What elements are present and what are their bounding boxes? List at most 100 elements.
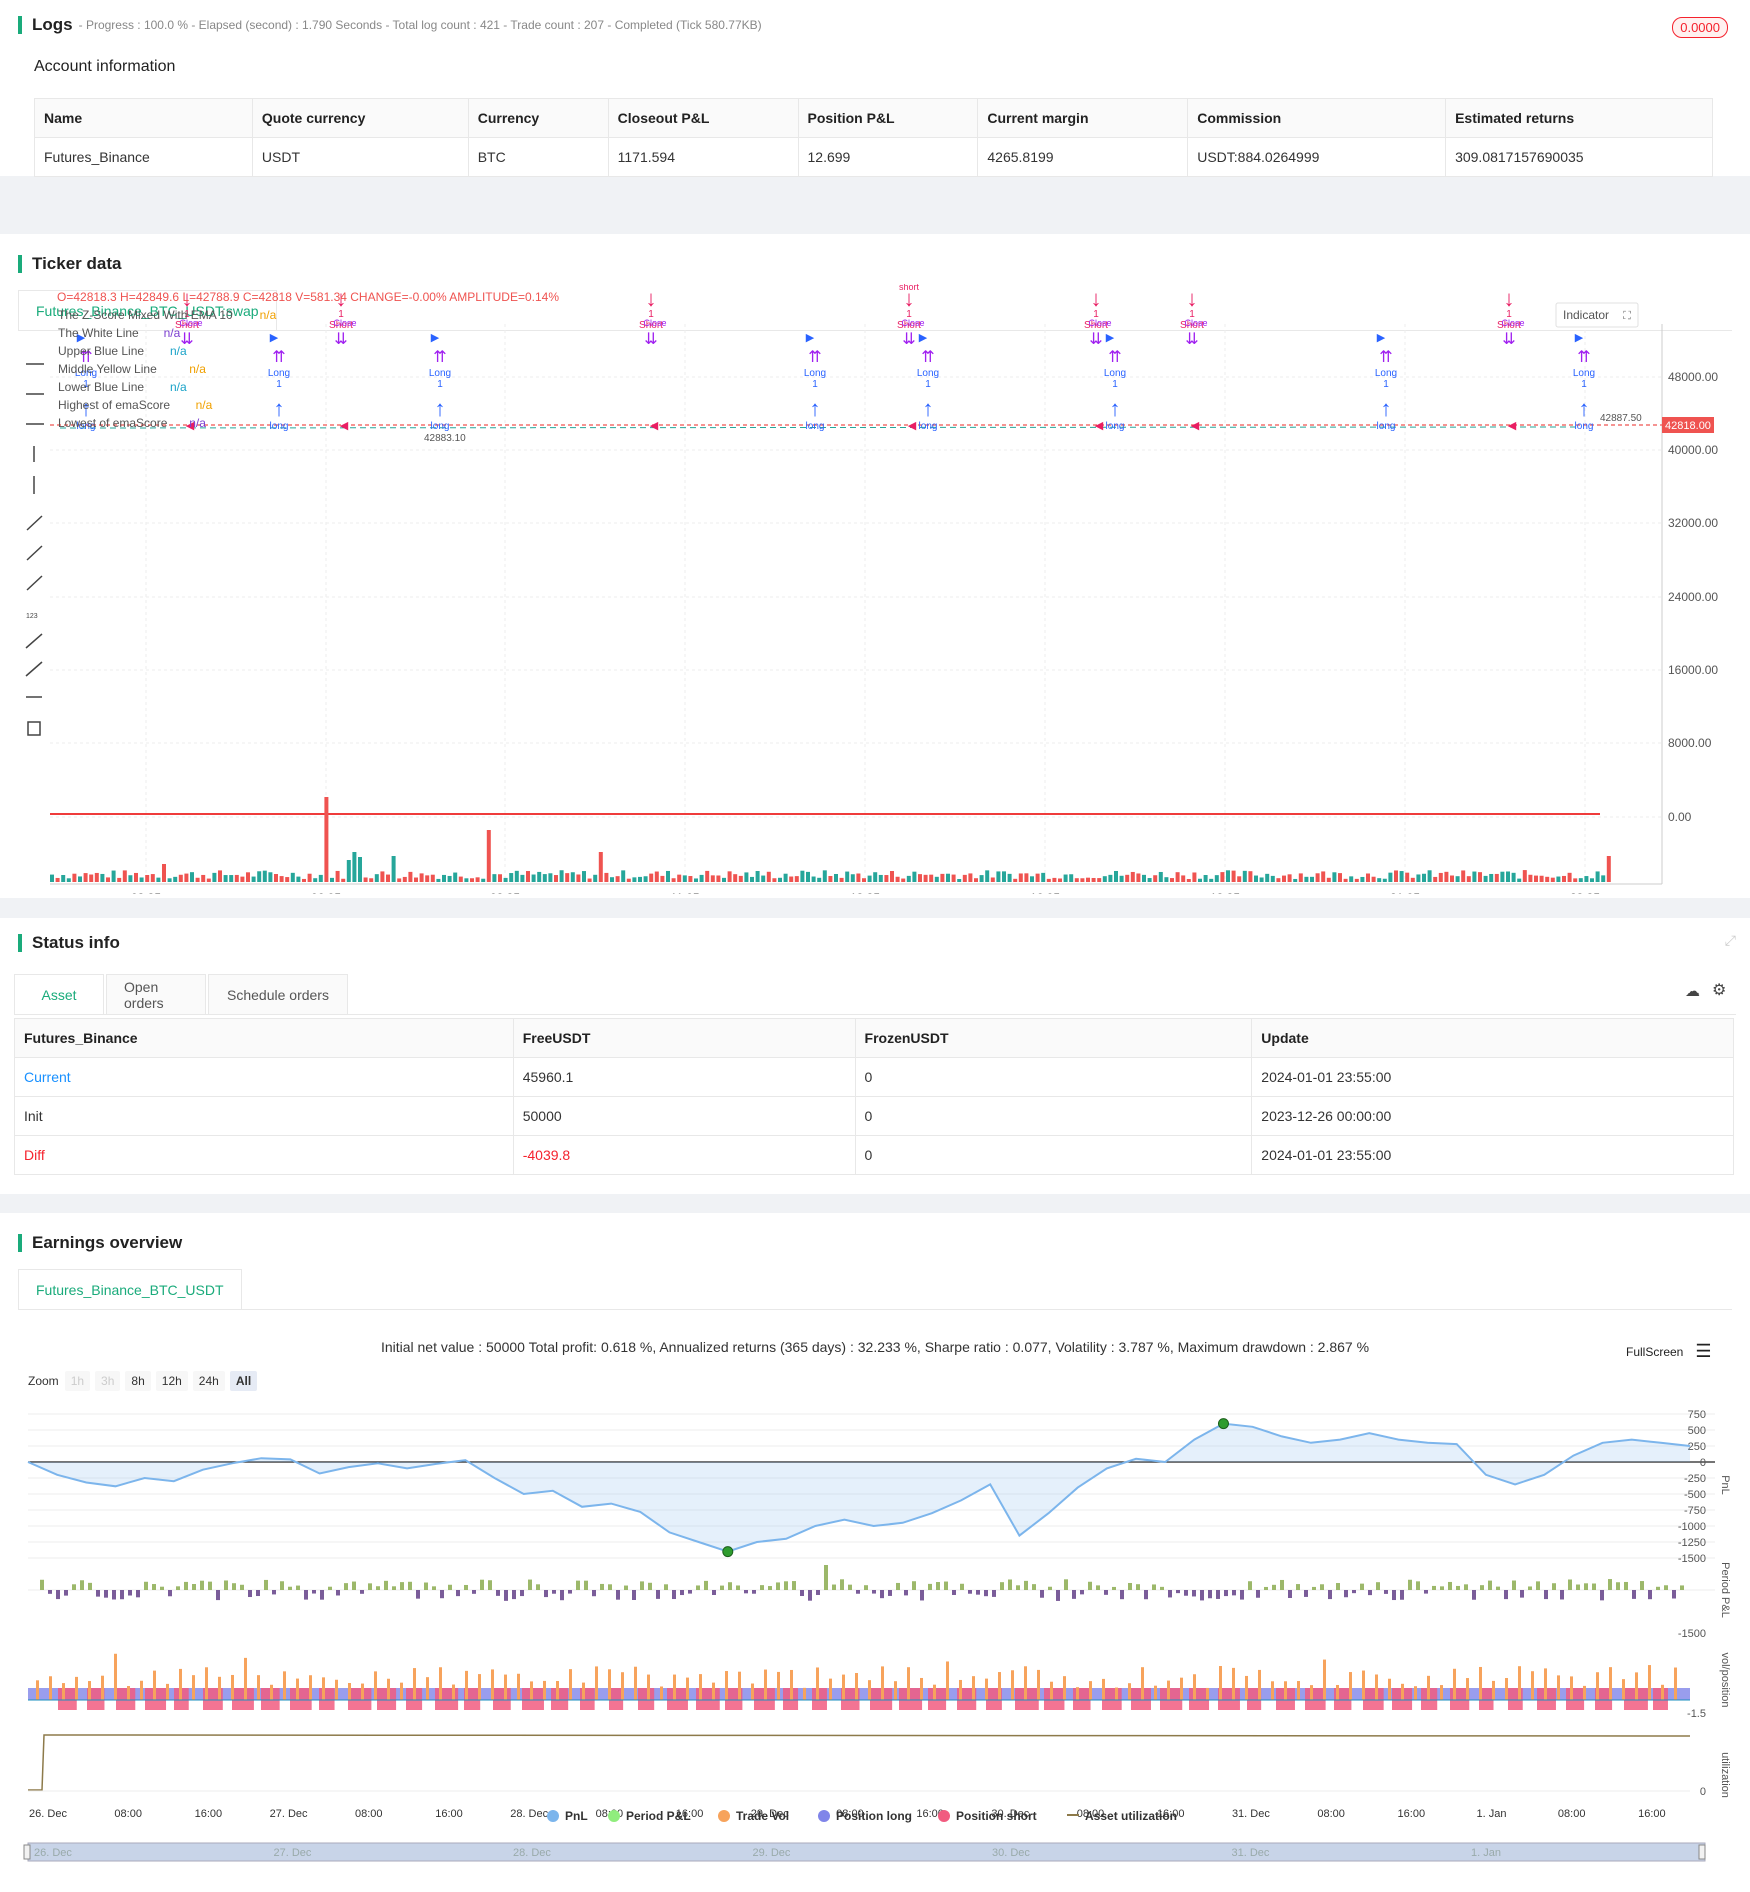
indicator-button-label[interactable]: Indicator [1563, 308, 1609, 322]
volume-bar [134, 872, 138, 882]
trade-vol-bar [1349, 1672, 1352, 1700]
period-pnl-bar [1624, 1581, 1628, 1590]
trade-vol-bar [907, 1667, 910, 1700]
period-pnl-bar [1400, 1590, 1404, 1600]
volume-bar [1080, 878, 1085, 882]
expand-icon[interactable]: ⤢ [1725, 932, 1736, 949]
trade-vol-bar [257, 1675, 260, 1700]
volume-bar [576, 874, 581, 882]
legend-item[interactable]: Trade Vol [718, 1809, 789, 1823]
volume-bar [638, 876, 642, 882]
volume-bar [470, 878, 474, 882]
price-tick-label: 32000.00 [1668, 516, 1718, 530]
period-pnl-bar [768, 1586, 772, 1590]
account-cell: 12.699 [797, 137, 979, 177]
trade-vol-bar [621, 1672, 624, 1700]
trade-vol-bar [36, 1680, 39, 1700]
volume-bar [184, 873, 189, 882]
pnl-tick-label: -500 [1684, 1489, 1706, 1501]
volume-bar [850, 874, 855, 882]
period-pnl-bar [1192, 1590, 1196, 1597]
period-pnl-bar [776, 1582, 780, 1590]
volume-bar [1427, 870, 1432, 882]
volume-bar [1450, 875, 1454, 882]
legend-item[interactable]: Position long [818, 1809, 912, 1823]
long-entry-label: Long [1573, 368, 1595, 379]
short-marker[interactable]: ↓1ShortClose⇊◀ [329, 286, 356, 432]
period-pnl-bar [1360, 1583, 1364, 1590]
position-short-bar [377, 1688, 397, 1710]
period-pnl-bar [912, 1581, 916, 1590]
time-tick-label: 06:05 [311, 891, 341, 894]
long-marker[interactable]: ↑long Long1 ⇈ ▶ [1573, 332, 1595, 432]
volume-bar [335, 870, 340, 882]
volume-bar [1567, 872, 1572, 882]
volume-bar [643, 876, 648, 882]
trade-vol-bar [231, 1674, 234, 1700]
legend-label: Asset utilization [1085, 1809, 1177, 1823]
period-pnl-bar [400, 1582, 404, 1590]
volume-bar [1489, 873, 1494, 882]
short-entry-triangle-icon: ◀ [340, 420, 349, 432]
period-pnl-bar [104, 1590, 108, 1598]
close-arrow-icon: ⇊ [334, 331, 347, 348]
period-pnl-bar [336, 1590, 340, 1596]
long-marker[interactable]: ↑long Long1 ⇈ ▶ [268, 332, 290, 432]
indicator-button[interactable] [1554, 586, 1620, 610]
tab-open-orders[interactable]: Open orders [106, 974, 206, 1014]
long-label: long [1106, 421, 1125, 432]
position-short-bar [58, 1688, 77, 1710]
long-marker[interactable]: ↑long Long1 ⇈ ▶ [1375, 332, 1397, 432]
trade-vol-bar [75, 1676, 78, 1700]
long-marker[interactable]: ↑long Long1 ⇈ ▶ [1104, 332, 1126, 432]
position-short-bar [116, 1688, 136, 1710]
ticker-title-text: Ticker data [32, 254, 122, 273]
gear-icon[interactable]: ⚙ [1712, 980, 1726, 1000]
navigator-label: 27. Dec [274, 1847, 312, 1859]
fullscreen-button[interactable]: FullScreen ☰ [1626, 1341, 1712, 1362]
volume-bar [733, 874, 738, 882]
short-entry-triangle-icon: ◀ [650, 420, 659, 432]
price-tick-label: 8000.00 [1668, 736, 1712, 750]
long-marker[interactable]: ↑long Long1 ⇈ ▶ [917, 332, 939, 432]
period-pnl-bar [624, 1585, 628, 1590]
long-marker[interactable]: ↑long Long1 ⇈ ▶ [804, 332, 826, 432]
volume-bar [1416, 874, 1421, 882]
volume-bar [498, 874, 502, 882]
trade-vol-bar [1128, 1683, 1131, 1700]
period-pnl-bar [192, 1584, 196, 1590]
legend-item[interactable]: Position short [938, 1809, 1037, 1823]
menu-icon[interactable]: ☰ [1695, 1341, 1711, 1362]
trade-vol-bar [413, 1668, 416, 1700]
navigator-right-handle[interactable] [1698, 1844, 1706, 1860]
volume-bar [940, 873, 945, 882]
period-pnl-bar [984, 1590, 988, 1597]
tab-asset[interactable]: Asset [14, 974, 104, 1014]
cloud-upload-icon[interactable]: ☁ [1685, 982, 1700, 1000]
legend-item[interactable]: PnL [547, 1809, 588, 1823]
period-pnl-bar [1016, 1585, 1020, 1590]
trade-vol-bar [192, 1675, 195, 1700]
navigator-left-handle[interactable] [23, 1844, 31, 1860]
period-pnl-bar [1096, 1585, 1100, 1590]
legend-label: Position short [956, 1809, 1037, 1823]
account-table-header: Name Quote currency Currency Closeout P&L Po… [34, 98, 1713, 138]
volume-bar [1237, 876, 1242, 882]
long-marker[interactable]: ↑long Long1 ⇈ ▶ [429, 332, 451, 432]
period-pnl-bar [144, 1581, 148, 1590]
short-marker[interactable]: ↓1ShortClose⇊◀ [1497, 286, 1524, 432]
period-pnl-bar [896, 1582, 900, 1590]
x-tick-label: 16:00 [195, 1808, 223, 1820]
trade-vol-bar [374, 1671, 377, 1700]
short-marker[interactable]: ↓1ShortClose⇊◀ [1180, 286, 1207, 432]
tab-earnings-symbol[interactable]: Futures_Binance_BTC_USDT [18, 1269, 242, 1309]
period-pnl-bar [472, 1590, 476, 1594]
tab-schedule-orders[interactable]: Schedule orders [208, 974, 348, 1014]
volume-bar [486, 830, 491, 882]
volume-bar [1461, 870, 1466, 882]
short-marker[interactable]: ↓1ShortClose⇊◀ [639, 286, 666, 432]
volume-bar [1304, 876, 1309, 882]
close-arrow-icon: ⇈ [921, 349, 934, 366]
period-pnl-bar [504, 1590, 508, 1601]
fullscreen-icon[interactable]: ⛶ [1623, 310, 1631, 322]
